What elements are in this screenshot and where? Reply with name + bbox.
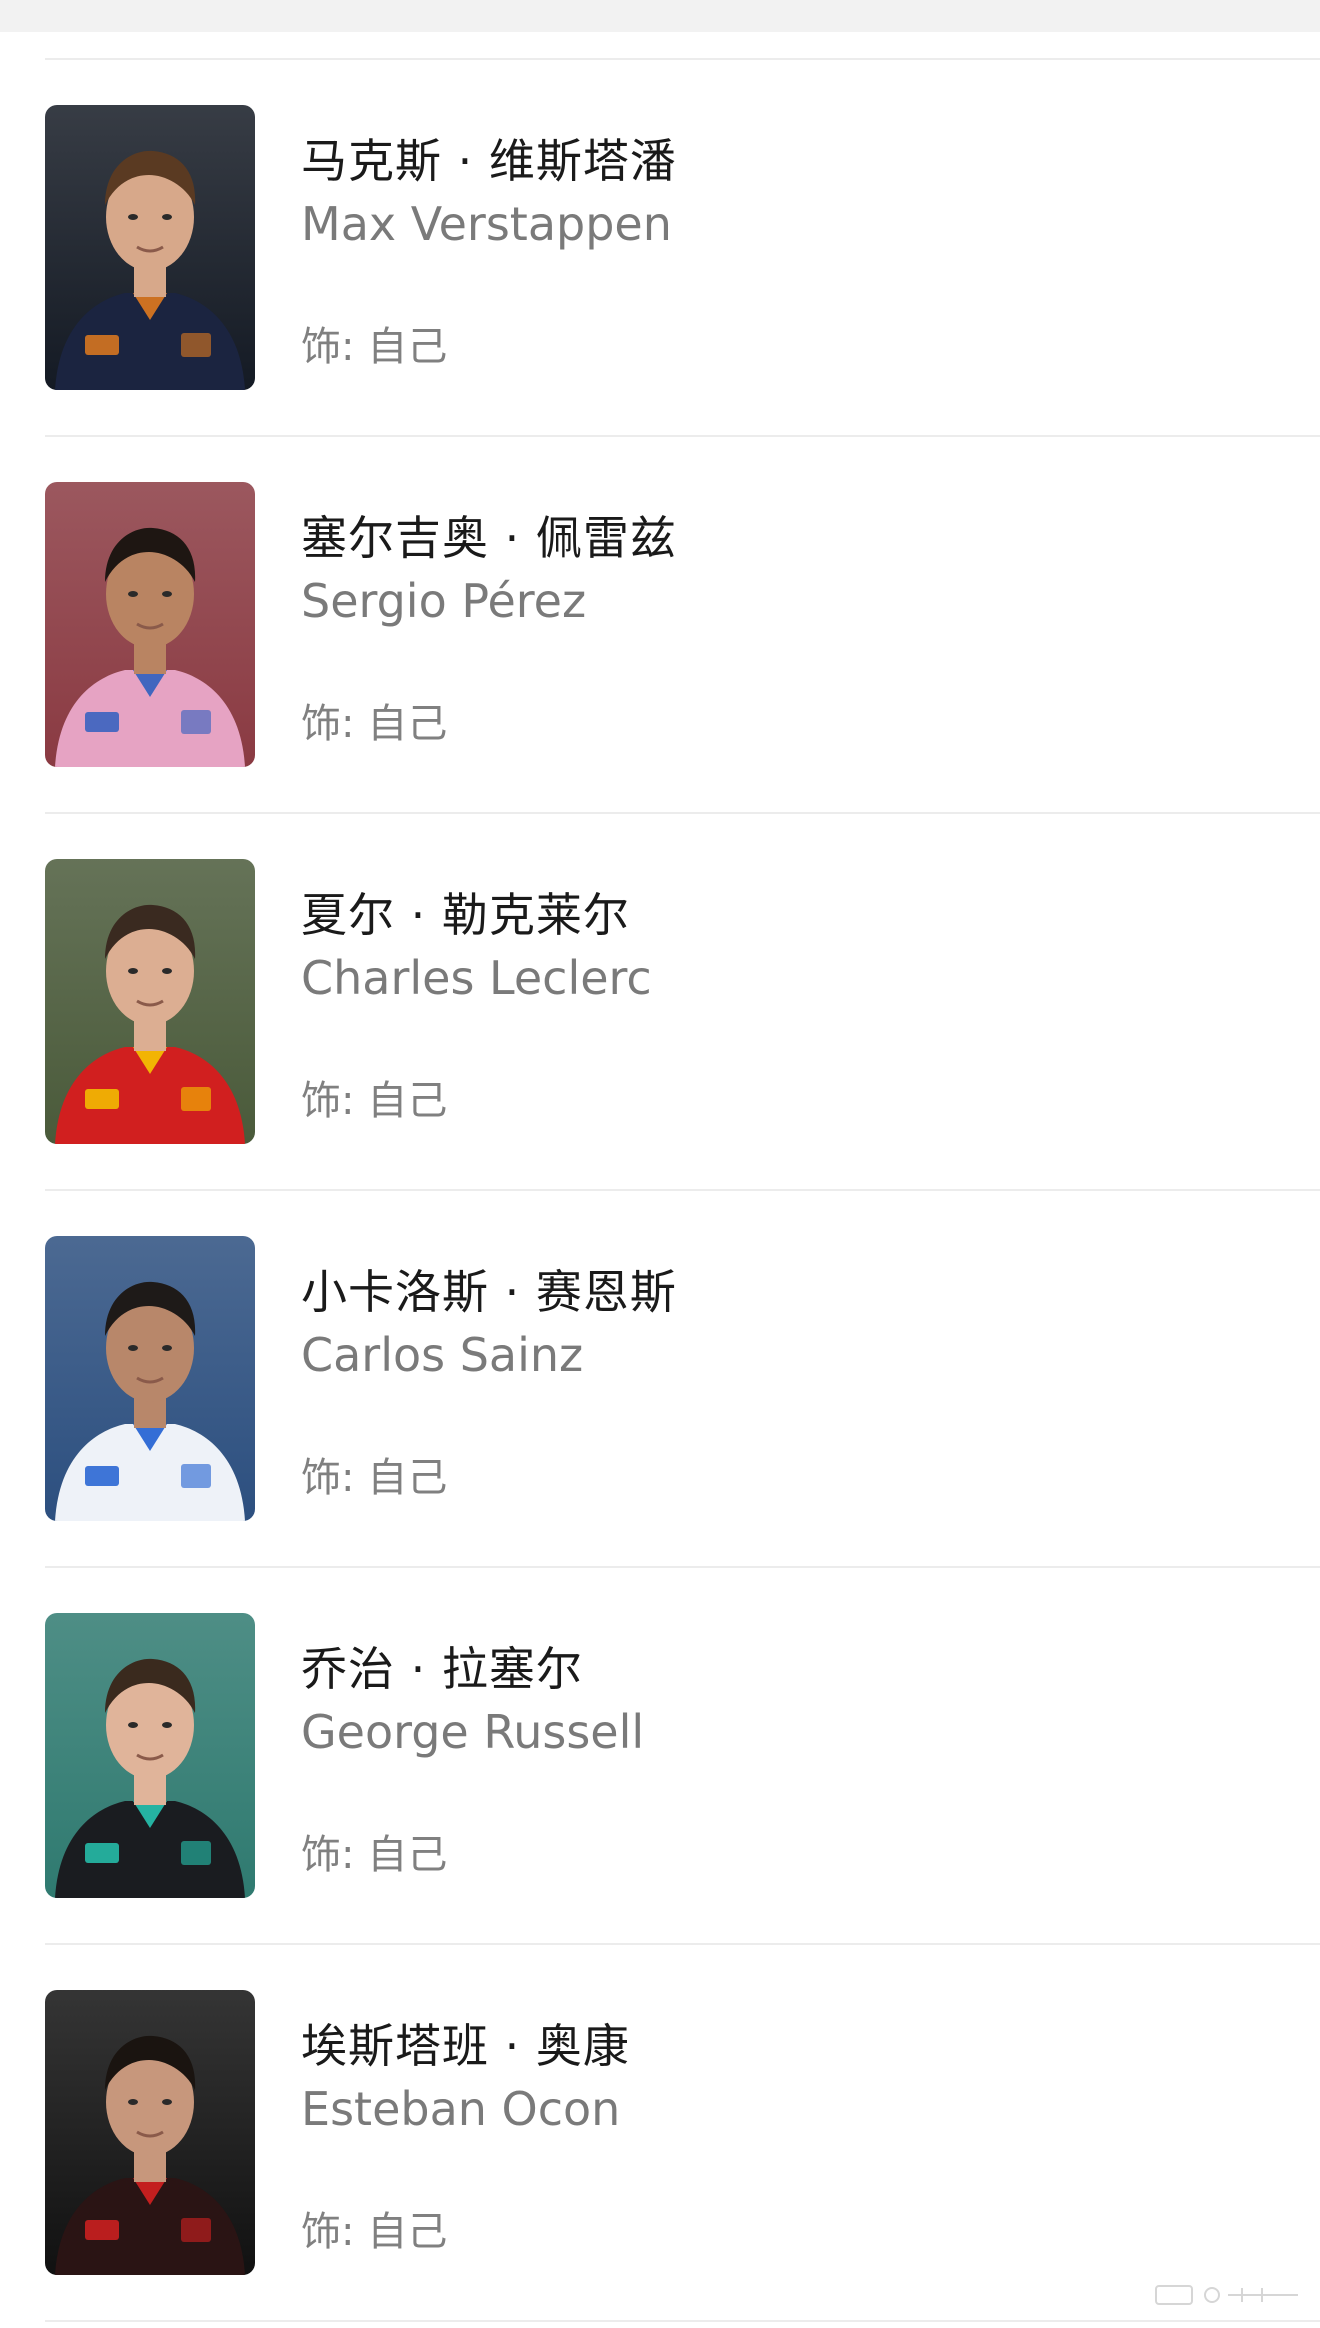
actor-name-zh: 马克斯 · 维斯塔潘 [301,134,677,188]
actor-photo[interactable] [45,482,255,767]
actor-photo[interactable] [45,1613,255,1898]
driver-portrait-williams [45,1236,255,1521]
cast-item[interactable]: 小卡洛斯 · 赛恩斯 Carlos Sainz 饰: 自己 [0,1191,1320,1566]
actor-role: 饰: 自己 [301,1832,448,1878]
actor-name-zh: 塞尔吉奥 · 佩雷兹 [301,511,677,565]
actor-role: 饰: 自己 [301,324,448,370]
actor-name-en: Sergio Pérez [301,574,587,628]
actor-photo[interactable] [45,1236,255,1521]
actor-name-en: Esteban Ocon [301,2082,621,2136]
actor-name-zh: 小卡洛斯 · 赛恩斯 [301,1265,677,1319]
actor-photo[interactable] [45,105,255,390]
cast-list: 马克斯 · 维斯塔潘 Max Verstappen 饰: 自己 塞尔吉奥 · 佩… [0,58,1320,2322]
watermark-logo [1155,2285,1298,2305]
actor-role: 饰: 自己 [301,1078,448,1124]
cast-item[interactable]: 马克斯 · 维斯塔潘 Max Verstappen 饰: 自己 [0,60,1320,435]
driver-portrait-mercedes [45,1613,255,1898]
actor-name-zh: 夏尔 · 勒克莱尔 [301,888,630,942]
cast-item[interactable]: 埃斯塔班 · 奥康 Esteban Ocon 饰: 自己 [0,1945,1320,2320]
actor-name-zh: 乔治 · 拉塞尔 [301,1642,583,1696]
actor-name-en: Max Verstappen [301,197,672,251]
cast-item[interactable]: 塞尔吉奥 · 佩雷兹 Sergio Pérez 饰: 自己 [0,437,1320,812]
driver-portrait-ferrari [45,859,255,1144]
actor-role: 饰: 自己 [301,2209,448,2255]
driver-portrait-haas [45,1990,255,2275]
cast-item[interactable]: 乔治 · 拉塞尔 George Russell 饰: 自己 [0,1568,1320,1943]
top-bar [0,0,1320,32]
actor-role: 饰: 自己 [301,1455,448,1501]
actor-name-en: Carlos Sainz [301,1328,584,1382]
driver-portrait-red-bull [45,105,255,390]
actor-name-en: George Russell [301,1705,645,1759]
actor-photo[interactable] [45,1990,255,2275]
actor-role: 饰: 自己 [301,701,448,747]
actor-name-zh: 埃斯塔班 · 奥康 [301,2019,630,2073]
driver-portrait-bwt [45,482,255,767]
divider [45,2320,1320,2322]
actor-name-en: Charles Leclerc [301,951,652,1005]
actor-photo[interactable] [45,859,255,1144]
cast-item[interactable]: 夏尔 · 勒克莱尔 Charles Leclerc 饰: 自己 [0,814,1320,1189]
